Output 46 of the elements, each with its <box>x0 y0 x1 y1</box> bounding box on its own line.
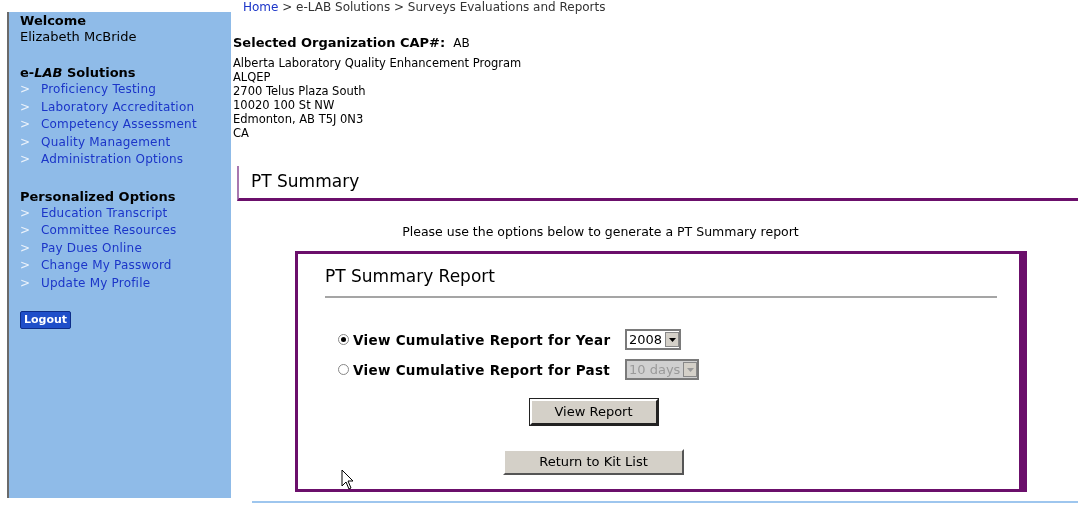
chevron-marker: > <box>20 151 32 168</box>
nav-link[interactable]: Administration Options <box>41 151 184 169</box>
section-heading: Personalized Options <box>20 188 177 205</box>
section-title: PT Summary <box>251 169 360 193</box>
nav-link[interactable]: Competency Assessment <box>41 116 197 134</box>
breadcrumb-trail: > e-LAB Solutions > Surveys Evaluations and Reports <box>281 0 606 14</box>
nav-link[interactable]: Committee Resources <box>41 222 177 240</box>
address-line: Edmonton, AB T5J 0N3 <box>233 111 365 126</box>
radio-button[interactable] <box>338 334 349 346</box>
nav-link[interactable]: Proficiency Testing <box>41 81 157 99</box>
user-name: Elizabeth McBride <box>20 29 138 45</box>
address-line: ALQEP <box>233 69 272 84</box>
nav-link[interactable]: Education Transcript <box>41 204 168 222</box>
nav-link[interactable]: Pay Dues Online <box>41 239 142 257</box>
chevron-marker: > <box>20 81 32 98</box>
welcome-label: Welcome <box>20 13 88 29</box>
chevron-marker: > <box>20 222 32 239</box>
address-line: 10020 100 St NW <box>233 97 336 112</box>
chevron-marker: > <box>20 133 32 151</box>
chevron-marker: > <box>20 257 32 274</box>
nav-link[interactable]: Update My Profile <box>41 274 151 292</box>
dropdown[interactable]: 2008 <box>625 329 682 351</box>
chevron-marker: > <box>20 116 32 133</box>
chevron-marker: > <box>20 204 32 222</box>
instructions-text: Please use the options below to generate a PT Summary report <box>402 222 799 241</box>
nav-link[interactable]: Quality Management <box>41 133 171 151</box>
section-heading: e-LAB Solutions <box>20 65 137 81</box>
address-line: CA <box>233 125 250 140</box>
chevron-marker: > <box>20 239 32 257</box>
view-report-button[interactable]: View Report <box>529 398 658 425</box>
logout-button[interactable]: Logout <box>20 311 72 329</box>
option-label: View Cumulative Report for Past <box>353 360 612 380</box>
report-title: PT Summary Report <box>325 266 495 287</box>
chevron-marker: > <box>20 98 32 116</box>
address-line: Alberta Laboratory Quality Enhancement Program <box>233 55 523 70</box>
return-button[interactable]: Return to Kit List <box>503 448 684 475</box>
breadcrumb-link[interactable]: Home <box>243 0 279 14</box>
address-line: 2700 Telus Plaza South <box>233 83 367 98</box>
caret-icon <box>683 362 698 378</box>
organization-label: Selected Organization CAP#: <box>233 34 446 52</box>
caret-icon <box>665 332 680 348</box>
chevron-marker: > <box>20 274 32 292</box>
cap-number: AB <box>453 35 470 52</box>
nav-link[interactable]: Laboratory Accreditation <box>41 98 195 116</box>
nav-link[interactable]: Change My Password <box>41 257 172 275</box>
option-label: View Cumulative Report for Year <box>353 330 612 350</box>
